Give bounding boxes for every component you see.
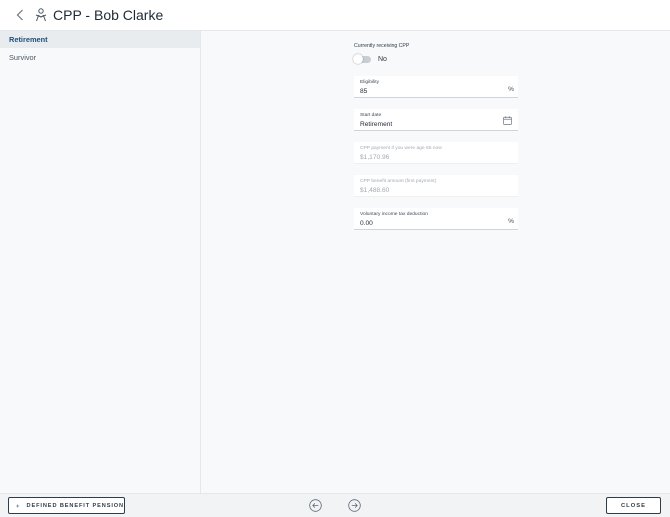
eligibility-value[interactable]: 85 <box>360 87 512 96</box>
start-date-label: Start date <box>360 113 382 118</box>
calendar-icon[interactable] <box>503 116 512 125</box>
toggle-knob <box>353 53 363 64</box>
tax-deduction-percent-suffix: % <box>508 218 514 225</box>
tax-deduction-field[interactable]: Voluntary income tax deduction 0.00 % <box>354 208 518 230</box>
benefit-amount-field: CPP benefit amount (first payment) $1,48… <box>354 175 518 197</box>
payment-at-65-label: CPP payment if you were age 65 now <box>360 146 442 151</box>
start-date-value[interactable]: Retirement <box>360 120 512 129</box>
close-button[interactable]: CLOSE <box>606 497 661 514</box>
receiving-cpp-label: Currently receiving CPP <box>354 43 410 49</box>
receiving-cpp-value: No <box>378 55 387 63</box>
arrow-left-circle-icon[interactable] <box>309 499 322 512</box>
close-label: CLOSE <box>621 502 646 509</box>
benefit-amount-label: CPP benefit amount (first payment) <box>360 179 437 184</box>
cpp-form: Currently receiving CPP No Eligibility 8… <box>353 41 518 230</box>
plus-icon <box>16 503 20 508</box>
sidebar-item-survivor[interactable]: Survivor <box>0 49 200 66</box>
footer-bar: DEFINED BENEFIT PENSION CLOSE <box>0 493 670 517</box>
payment-at-65-field: CPP payment if you were age 65 now $1,17… <box>354 142 518 164</box>
back-button[interactable] <box>12 7 28 23</box>
arrow-right-circle-icon[interactable] <box>348 499 361 512</box>
eligibility-percent-suffix: % <box>508 86 514 93</box>
person-icon <box>35 8 47 22</box>
add-defined-benefit-pension-button[interactable]: DEFINED BENEFIT PENSION <box>8 497 125 514</box>
tax-deduction-value[interactable]: 0.00 <box>360 219 512 228</box>
sidebar: Retirement Survivor <box>0 31 201 493</box>
chevron-left-icon <box>16 9 23 21</box>
eligibility-label: Eligibility <box>360 80 380 85</box>
receiving-cpp-toggle[interactable] <box>353 53 371 64</box>
add-defined-benefit-pension-label: DEFINED BENEFIT PENSION <box>26 502 124 509</box>
start-date-field[interactable]: Start date Retirement <box>354 109 518 131</box>
main-panel: Currently receiving CPP No Eligibility 8… <box>201 31 670 493</box>
page-title: CPP - Bob Clarke <box>53 7 164 23</box>
top-bar: CPP - Bob Clarke <box>0 0 670 31</box>
eligibility-field[interactable]: Eligibility 85 % <box>354 76 518 98</box>
payment-at-65-value: $1,170.96 <box>360 154 390 161</box>
tax-deduction-label: Voluntary income tax deduction <box>360 212 428 217</box>
benefit-amount-value: $1,488.60 <box>360 187 390 194</box>
sidebar-item-retirement[interactable]: Retirement <box>0 31 200 48</box>
receiving-cpp-row: No <box>353 53 518 65</box>
